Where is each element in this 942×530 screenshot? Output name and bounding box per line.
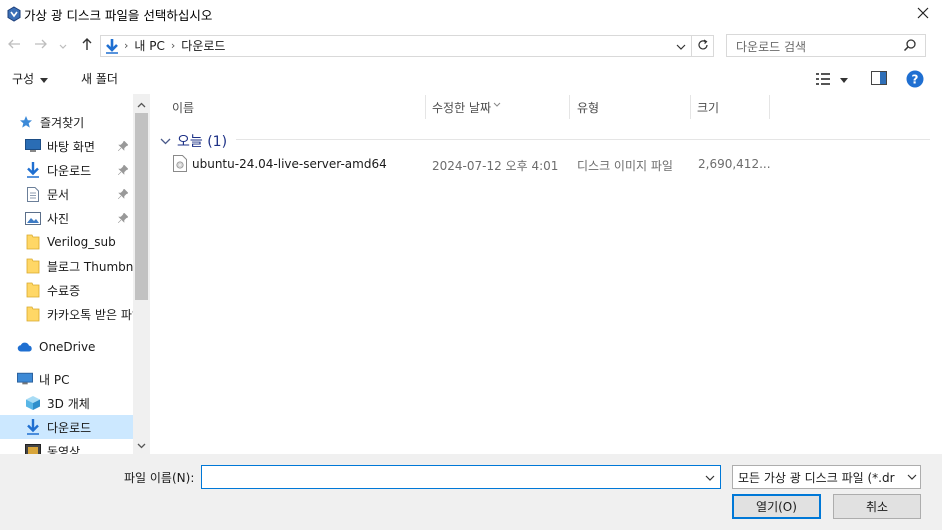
navigation-pane: 즐겨찾기 바탕 화면 다운로드 문서 사진 Verilog_sub 블로그 Th… xyxy=(0,94,150,454)
file-list xyxy=(150,94,942,454)
nav-item-desktop[interactable]: 바탕 화면 xyxy=(0,134,133,158)
column-header-type[interactable]: 유형 xyxy=(577,99,599,116)
file-type: 디스크 이미지 파일 xyxy=(577,159,673,173)
chevron-down-icon xyxy=(676,39,686,53)
nav-item-quick-access[interactable]: 즐겨찾기 xyxy=(0,110,133,134)
nav-item-downloads-quick[interactable]: 다운로드 xyxy=(0,158,133,182)
new-folder-button[interactable]: 새 폴더 xyxy=(81,70,118,87)
chevron-down-icon xyxy=(59,38,67,54)
filename-dropdown-button[interactable] xyxy=(703,469,717,485)
back-button[interactable] xyxy=(3,35,25,57)
close-icon xyxy=(917,7,929,22)
command-bar xyxy=(0,63,942,94)
nav-item-onedrive[interactable]: OneDrive xyxy=(0,335,133,359)
scroll-down-button[interactable] xyxy=(133,438,150,452)
desktop-icon xyxy=(25,138,41,154)
scrollbar-thumb[interactable] xyxy=(135,113,148,300)
column-divider[interactable] xyxy=(569,95,570,119)
address-dropdown-button[interactable] xyxy=(672,36,690,56)
cancel-button[interactable]: 취소 xyxy=(833,494,921,519)
preview-pane-icon[interactable] xyxy=(871,71,887,87)
nav-item-downloads-pc[interactable]: 다운로드 xyxy=(0,415,133,439)
disc-image-file-icon xyxy=(173,155,187,172)
download-arrow-icon xyxy=(25,419,41,435)
organize-button[interactable]: 구성 xyxy=(12,70,49,87)
nav-item-kakaotalk-files[interactable]: 카카오톡 받은 파일 xyxy=(0,302,133,326)
folder-icon xyxy=(25,258,41,274)
refresh-button[interactable] xyxy=(692,35,714,57)
filename-label: 파일 이름(N): xyxy=(124,471,195,485)
folder-icon xyxy=(25,306,41,322)
arrow-left-icon xyxy=(7,37,21,55)
group-divider xyxy=(236,139,930,140)
column-header-modified[interactable]: 수정한 날짜 xyxy=(432,99,491,116)
chevron-down-icon xyxy=(137,438,146,452)
chevron-up-icon xyxy=(137,97,146,111)
cube-icon xyxy=(25,395,41,411)
organize-label: 구성 xyxy=(12,72,35,86)
column-divider[interactable] xyxy=(690,95,691,119)
help-icon[interactable]: ? xyxy=(906,70,924,88)
pin-icon[interactable] xyxy=(117,212,130,224)
download-arrow-icon xyxy=(104,38,120,54)
filename-input[interactable] xyxy=(201,465,721,489)
refresh-icon xyxy=(697,38,709,54)
download-arrow-icon xyxy=(25,162,41,178)
close-button[interactable] xyxy=(904,0,942,28)
search-placeholder: 다운로드 검색 xyxy=(736,40,807,54)
pin-icon[interactable] xyxy=(117,140,130,152)
video-icon xyxy=(25,443,41,454)
file-name[interactable]: ubuntu-24.04-live-server-amd64 xyxy=(192,157,387,171)
breadcrumb-item-pc[interactable]: 내 PC xyxy=(134,37,164,54)
pc-icon xyxy=(17,371,33,387)
folder-icon xyxy=(25,234,41,250)
search-icon xyxy=(903,38,919,54)
breadcrumb-item-downloads[interactable]: 다운로드 xyxy=(181,37,225,54)
nav-item-blog-thumbnail[interactable]: 블로그 Thumbnail xyxy=(0,254,133,278)
column-header-size[interactable]: 크기 xyxy=(697,99,719,116)
column-header-name[interactable]: 이름 xyxy=(172,99,194,116)
view-options-icon[interactable] xyxy=(816,72,834,86)
column-divider[interactable] xyxy=(425,95,426,119)
window-title: 가상 광 디스크 파일을 선택하십시오 xyxy=(24,8,213,23)
file-modified: 2024-07-12 오후 4:01 xyxy=(432,159,559,173)
chevron-right-icon: › xyxy=(170,39,176,52)
arrow-right-icon xyxy=(34,37,48,55)
pin-icon[interactable] xyxy=(117,164,130,176)
nav-item-videos[interactable]: 동영상 xyxy=(0,439,133,454)
sort-chevron-icon xyxy=(493,96,501,110)
chevron-down-icon xyxy=(705,470,715,484)
nav-item-certificates[interactable]: 수료증 xyxy=(0,278,133,302)
up-button[interactable] xyxy=(76,35,98,57)
recent-locations-button[interactable] xyxy=(56,35,70,57)
folder-icon xyxy=(25,282,41,298)
arrow-up-icon xyxy=(80,37,94,55)
nav-item-verilog-sub[interactable]: Verilog_sub xyxy=(0,230,133,254)
file-type-filter-value: 모든 가상 광 디스크 파일 (*.dr xyxy=(738,471,895,485)
nav-item-3d-objects[interactable]: 3D 개체 xyxy=(0,391,133,415)
caret-down-icon xyxy=(40,72,49,86)
virtualbox-icon xyxy=(6,6,22,22)
nav-item-pictures[interactable]: 사진 xyxy=(0,206,133,230)
pin-icon[interactable] xyxy=(117,188,130,200)
chevron-right-icon: › xyxy=(124,39,129,52)
document-icon xyxy=(25,186,41,202)
open-button[interactable]: 열기(O) xyxy=(732,494,821,519)
group-label: 오늘 (1) xyxy=(177,134,228,150)
column-divider[interactable] xyxy=(769,95,770,119)
chevron-down-icon xyxy=(160,133,171,149)
nav-item-documents[interactable]: 문서 xyxy=(0,182,133,206)
svg-text:?: ? xyxy=(912,73,919,87)
group-header-today[interactable]: 오늘 (1) xyxy=(160,131,227,151)
scroll-up-button[interactable] xyxy=(133,97,150,111)
forward-button[interactable] xyxy=(30,35,52,57)
star-icon xyxy=(18,114,34,130)
cloud-icon xyxy=(17,339,33,355)
nav-item-this-pc[interactable]: 내 PC xyxy=(0,367,133,391)
picture-icon xyxy=(25,210,41,226)
breadcrumb: › 내 PC › 다운로드 xyxy=(124,37,225,54)
caret-down-icon[interactable] xyxy=(840,72,852,86)
file-size: 2,690,412... xyxy=(698,157,771,171)
chevron-down-icon[interactable] xyxy=(905,469,919,485)
